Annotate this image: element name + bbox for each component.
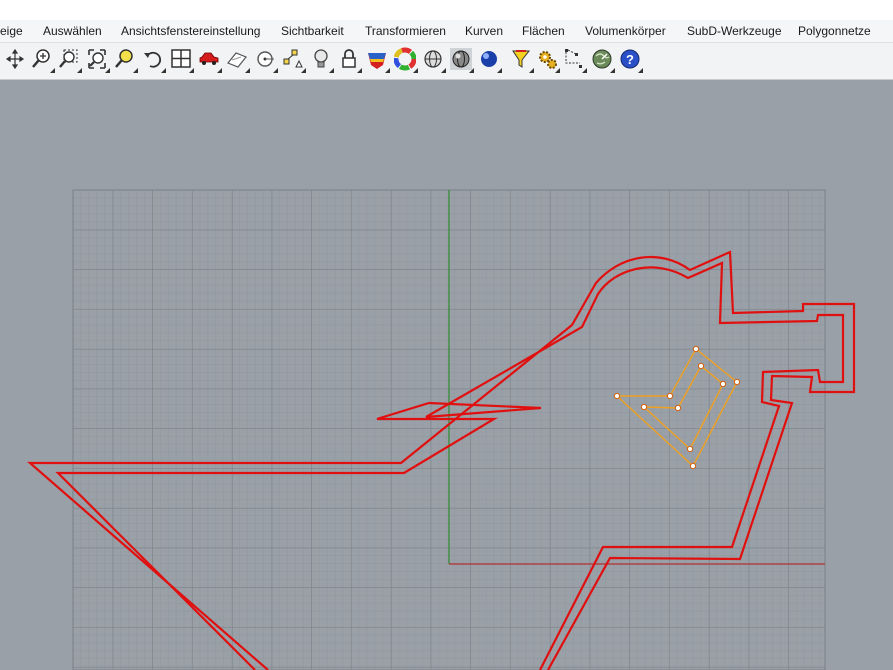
menu-transformieren[interactable]: Transformieren: [365, 24, 446, 38]
sphere-shaded-icon[interactable]: [450, 47, 474, 73]
zoom-target-icon[interactable]: [114, 47, 138, 73]
sphere-render-icon[interactable]: [478, 47, 502, 73]
named-cplane-icon[interactable]: [226, 47, 250, 73]
menu-subd-werkzeuge[interactable]: SubD-Werkzeuge: [687, 24, 782, 38]
menubar: eige Auswählen Ansichtsfenstereinstellun…: [0, 20, 893, 43]
menu-flaechen[interactable]: Flächen: [522, 24, 565, 38]
toolbar: ?: [0, 43, 893, 80]
menu-polygonnetze[interactable]: Polygonnetze: [798, 24, 871, 38]
light-bulb-icon[interactable]: [310, 47, 334, 73]
funnel-select-icon[interactable]: [510, 47, 534, 73]
layer-shield-icon[interactable]: [366, 47, 390, 73]
svg-text:?: ?: [626, 52, 634, 67]
menu-sichtbarkeit[interactable]: Sichtbarkeit: [281, 24, 344, 38]
menu-volumenkoerper[interactable]: Volumenkörper: [585, 24, 666, 38]
globe-world-icon[interactable]: [591, 47, 615, 73]
menu-auswaehlen[interactable]: Auswählen: [43, 24, 102, 38]
zoom-window-icon[interactable]: [31, 47, 55, 73]
curve-points-icon[interactable]: [563, 47, 587, 73]
viewport-top[interactable]: [0, 80, 893, 670]
menu-ansichtsfenstereinstellung[interactable]: Ansichtsfenstereinstellung: [121, 24, 260, 38]
zoom-extents-icon[interactable]: [86, 47, 110, 73]
four-viewports-icon[interactable]: [170, 47, 194, 73]
gear-options-icon[interactable]: [536, 47, 560, 73]
circle-point-icon[interactable]: [254, 47, 278, 73]
zoom-selected-icon[interactable]: [58, 47, 82, 73]
viewport-canvas[interactable]: [0, 80, 893, 670]
menu-anzeige[interactable]: eige: [0, 24, 23, 38]
color-wheel-icon[interactable]: [394, 47, 418, 73]
sphere-wire-icon[interactable]: [422, 47, 446, 73]
menu-kurven[interactable]: Kurven: [465, 24, 503, 38]
pan-view-icon[interactable]: [4, 47, 26, 71]
car-icon[interactable]: [198, 47, 222, 73]
help-icon[interactable]: ?: [619, 47, 643, 73]
snap-dots-icon[interactable]: [282, 47, 306, 73]
title-strip: [0, 0, 893, 20]
lock-icon[interactable]: [338, 47, 362, 73]
undo-view-icon[interactable]: [142, 47, 166, 73]
